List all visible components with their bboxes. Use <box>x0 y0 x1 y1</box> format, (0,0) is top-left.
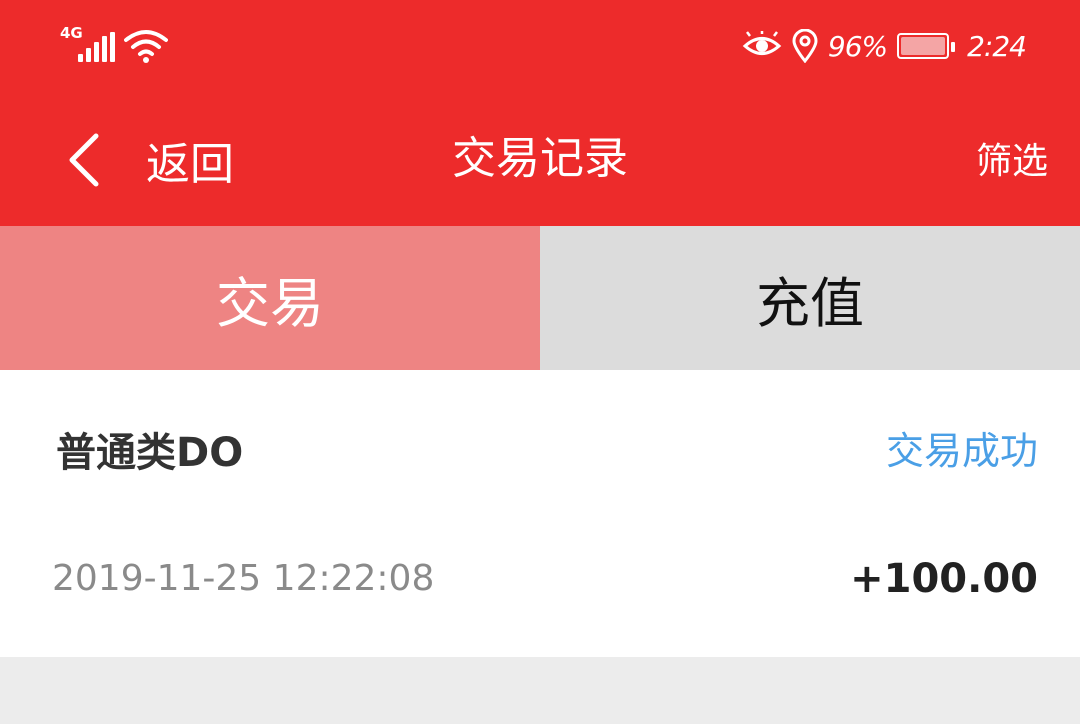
battery-percent: 96% <box>827 29 888 63</box>
back-label: 返回 <box>146 139 234 190</box>
record-timestamp: 2019-11-25 12:22:08 <box>52 558 435 599</box>
tab-bar: 交易 充值 <box>0 226 1080 370</box>
signal-icon <box>78 32 118 62</box>
eye-icon <box>742 31 782 55</box>
filter-button[interactable]: 筛选 <box>976 132 1048 184</box>
location-icon <box>792 29 818 63</box>
chevron-left-icon <box>69 133 99 187</box>
tab-recharge[interactable]: 充值 <box>540 226 1080 370</box>
nav-bar: 交易记录 返回 筛选 <box>0 92 1080 226</box>
tab-transactions[interactable]: 交易 <box>0 226 540 370</box>
back-button[interactable]: 返回 <box>66 122 234 198</box>
status-bar: 4G 96% 2:24 <box>0 0 1080 92</box>
clock: 2:24 <box>967 29 1027 63</box>
record-name: 普通类DO <box>56 430 244 476</box>
battery-icon <box>897 33 956 59</box>
status-badge: 交易成功 <box>885 429 1038 473</box>
status-right: 96% 2:24 <box>742 26 1027 66</box>
wifi-icon <box>124 30 168 63</box>
list-item[interactable]: 普通类DO 交易成功 2019-11-25 12:22:08 +100.00 <box>0 370 1080 657</box>
record-amount: +100.00 <box>850 556 1038 602</box>
